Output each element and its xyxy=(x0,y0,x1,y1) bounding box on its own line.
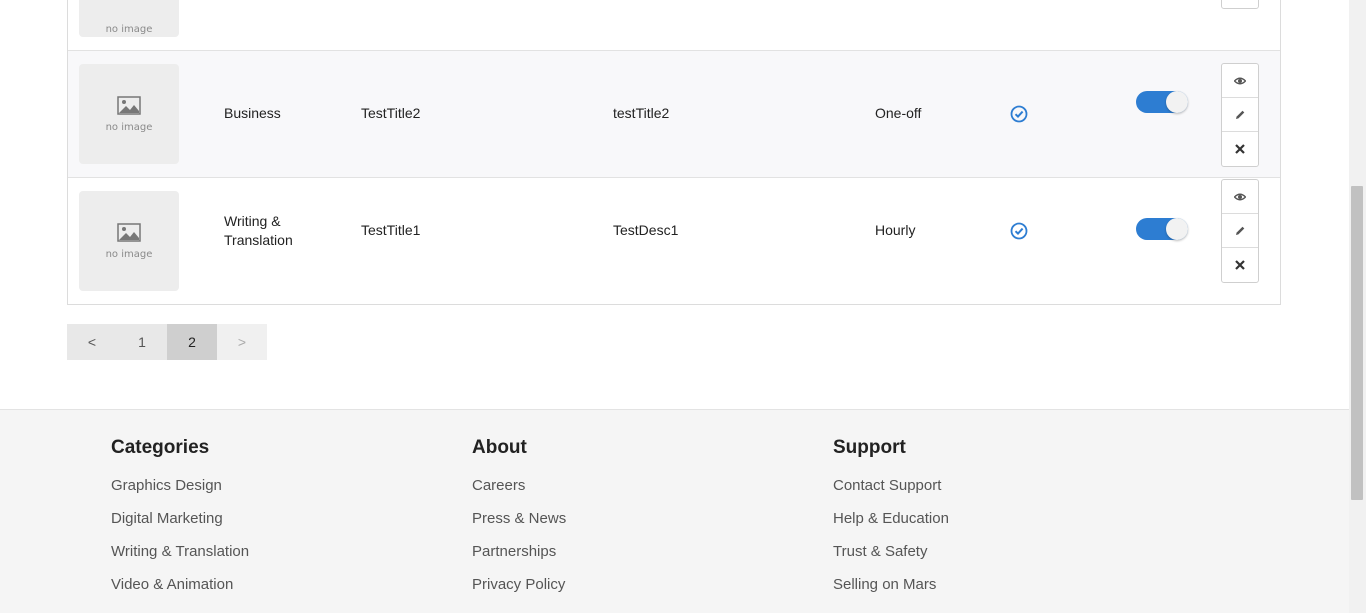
delete-button[interactable] xyxy=(1222,248,1258,282)
close-icon xyxy=(1235,260,1245,270)
gig-description: TestDesc1 xyxy=(613,222,679,238)
footer-link[interactable]: Graphics Design xyxy=(111,477,249,510)
gig-thumbnail: no image xyxy=(79,0,179,37)
delete-button[interactable] xyxy=(1222,132,1258,166)
footer-categories: Categories Graphics Design Digital Marke… xyxy=(111,437,249,609)
row-actions xyxy=(1221,63,1259,167)
footer-link[interactable]: Digital Marketing xyxy=(111,510,249,543)
footer-link[interactable]: Selling on Mars xyxy=(833,576,949,609)
gig-category: Business xyxy=(224,105,281,121)
footer-link[interactable]: Press & News xyxy=(472,510,566,543)
footer-link[interactable]: Careers xyxy=(472,477,566,510)
gig-category: Writing & Translation xyxy=(224,213,293,248)
gig-thumbnail: no image xyxy=(79,64,179,164)
gig-type: One-off xyxy=(875,105,922,121)
footer-heading-categories: Categories xyxy=(111,437,210,458)
image-placeholder-icon xyxy=(117,95,141,115)
page-button-2[interactable]: 2 xyxy=(167,324,217,360)
row-actions xyxy=(1221,179,1259,283)
close-icon xyxy=(1235,144,1245,154)
footer-link[interactable]: Help & Education xyxy=(833,510,949,543)
active-toggle[interactable] xyxy=(1136,91,1188,113)
gig-thumbnail: no image xyxy=(79,191,179,291)
view-button[interactable] xyxy=(1222,180,1258,214)
footer-support: Support Contact Support Help & Education… xyxy=(833,437,949,609)
gig-type: Hourly xyxy=(875,222,916,238)
footer-link[interactable]: Privacy Policy xyxy=(472,576,566,609)
no-image-label: no image xyxy=(105,121,153,133)
footer-heading-support: Support xyxy=(833,437,906,458)
table-row: no image Writing & Translation TestTitle… xyxy=(68,178,1280,304)
next-page-button: > xyxy=(217,324,267,360)
footer-link[interactable]: Writing & Translation xyxy=(111,543,249,576)
view-button[interactable] xyxy=(1222,64,1258,98)
no-image-label: no image xyxy=(105,248,153,260)
eye-icon xyxy=(1234,193,1246,200)
pencil-icon xyxy=(1236,226,1245,235)
gig-title: TestTitle2 xyxy=(361,105,421,121)
check-circle-icon xyxy=(1010,105,1028,123)
gig-description: testTitle2 xyxy=(613,105,670,121)
table-row: no image Business TestTitle2 testTitle2 … xyxy=(68,51,1280,178)
edit-button[interactable] xyxy=(1222,98,1258,132)
active-toggle[interactable] xyxy=(1136,218,1188,240)
footer-about: About Careers Press & News Partnerships … xyxy=(472,437,566,609)
delete-button[interactable] xyxy=(1222,0,1258,8)
row-actions xyxy=(1221,0,1259,9)
footer: Categories Graphics Design Digital Marke… xyxy=(0,409,1349,613)
edit-button[interactable] xyxy=(1222,214,1258,248)
toggle-knob xyxy=(1166,218,1188,240)
no-image-label: no image xyxy=(105,24,153,35)
prev-page-button[interactable]: < xyxy=(67,324,117,360)
page: no image no image Business TestTitle2 te… xyxy=(0,0,1349,613)
footer-link[interactable]: Trust & Safety xyxy=(833,543,949,576)
footer-heading-about: About xyxy=(472,437,527,458)
footer-link[interactable]: Partnerships xyxy=(472,543,566,576)
toggle-knob xyxy=(1166,91,1188,113)
eye-icon xyxy=(1234,77,1246,84)
table-row: no image xyxy=(68,0,1280,51)
vertical-scrollbar[interactable] xyxy=(1349,0,1366,613)
page-button-1[interactable]: 1 xyxy=(117,324,167,360)
pencil-icon xyxy=(1236,110,1245,119)
footer-link[interactable]: Contact Support xyxy=(833,477,949,510)
footer-link[interactable]: Video & Animation xyxy=(111,576,249,609)
image-placeholder-icon xyxy=(117,222,141,242)
gig-title: TestTitle1 xyxy=(361,222,421,238)
check-circle-icon xyxy=(1010,222,1028,240)
scrollbar-thumb[interactable] xyxy=(1351,186,1363,500)
pagination: < 1 2 > xyxy=(67,324,267,360)
gigs-table: no image no image Business TestTitle2 te… xyxy=(67,0,1281,305)
